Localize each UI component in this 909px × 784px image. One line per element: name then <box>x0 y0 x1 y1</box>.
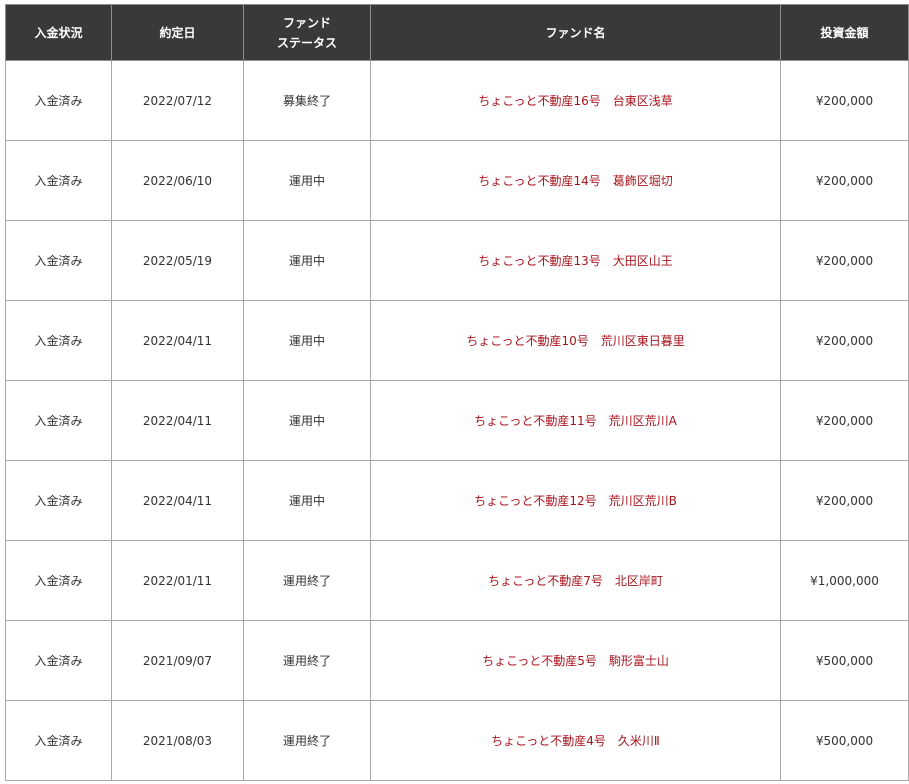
cell-payment-status: 入金済み <box>5 60 112 141</box>
cell-fund-name: ちょこっと不動産7号 北区岸町 <box>370 540 781 621</box>
cell-fund-status: 運用終了 <box>243 620 371 701</box>
header-fund-status: ファンド ステータス <box>243 4 371 61</box>
table-row: 入金済み 2022/04/11 運用中 ちょこっと不動産12号 荒川区荒川B ¥… <box>5 460 909 541</box>
header-fund-name: ファンド名 <box>370 4 781 61</box>
header-fund-status-line2: ステータス <box>276 35 337 50</box>
table-row: 入金済み 2021/08/03 運用終了 ちょこっと不動産4号 久米川Ⅱ ¥50… <box>5 700 909 781</box>
investment-history: 入金状況 約定日 ファンド ステータス ファンド名 投資金額 入金済み 2022… <box>5 4 909 781</box>
table-row: 入金済み 2022/01/11 運用終了 ちょこっと不動産7号 北区岸町 ¥1,… <box>5 540 909 621</box>
cell-amount: ¥200,000 <box>780 460 909 541</box>
fund-link[interactable]: ちょこっと不動産5号 駒形富士山 <box>482 654 669 668</box>
cell-fund-name: ちょこっと不動産5号 駒形富士山 <box>370 620 781 701</box>
cell-fund-status: 運用終了 <box>243 540 371 621</box>
cell-payment-status: 入金済み <box>5 700 112 781</box>
cell-amount: ¥500,000 <box>780 620 909 701</box>
header-investment-amount: 投資金額 <box>780 4 909 61</box>
cell-payment-status: 入金済み <box>5 300 112 381</box>
cell-payment-status: 入金済み <box>5 460 112 541</box>
cell-amount: ¥1,000,000 <box>780 540 909 621</box>
cell-fund-name: ちょこっと不動産4号 久米川Ⅱ <box>370 700 781 781</box>
cell-contract-date: 2022/01/11 <box>111 540 244 621</box>
cell-fund-status: 運用中 <box>243 380 371 461</box>
table-row: 入金済み 2022/06/10 運用中 ちょこっと不動産14号 葛飾区堀切 ¥2… <box>5 140 909 221</box>
cell-fund-name: ちょこっと不動産11号 荒川区荒川A <box>370 380 781 461</box>
fund-link[interactable]: ちょこっと不動産4号 久米川Ⅱ <box>491 734 660 748</box>
cell-contract-date: 2022/07/12 <box>111 60 244 141</box>
cell-fund-status: 運用中 <box>243 220 371 301</box>
cell-amount: ¥200,000 <box>780 60 909 141</box>
cell-payment-status: 入金済み <box>5 620 112 701</box>
fund-link[interactable]: ちょこっと不動産12号 荒川区荒川B <box>474 494 677 508</box>
cell-fund-name: ちょこっと不動産12号 荒川区荒川B <box>370 460 781 541</box>
cell-fund-status: 募集終了 <box>243 60 371 141</box>
header-fund-status-line1: ファンド <box>282 15 331 30</box>
cell-contract-date: 2022/04/11 <box>111 460 244 541</box>
table-row: 入金済み 2022/07/12 募集終了 ちょこっと不動産16号 台東区浅草 ¥… <box>5 60 909 141</box>
fund-link[interactable]: ちょこっと不動産10号 荒川区東日暮里 <box>466 334 684 348</box>
cell-contract-date: 2022/04/11 <box>111 380 244 461</box>
cell-contract-date: 2021/08/03 <box>111 700 244 781</box>
cell-amount: ¥200,000 <box>780 140 909 221</box>
cell-payment-status: 入金済み <box>5 540 112 621</box>
fund-link[interactable]: ちょこっと不動産11号 荒川区荒川A <box>474 414 677 428</box>
cell-contract-date: 2022/04/11 <box>111 300 244 381</box>
cell-fund-status: 運用中 <box>243 140 371 221</box>
cell-fund-name: ちょこっと不動産14号 葛飾区堀切 <box>370 140 781 221</box>
cell-payment-status: 入金済み <box>5 220 112 301</box>
header-payment-status: 入金状況 <box>5 4 112 61</box>
table-row: 入金済み 2022/05/19 運用中 ちょこっと不動産13号 大田区山王 ¥2… <box>5 220 909 301</box>
cell-amount: ¥500,000 <box>780 700 909 781</box>
fund-link[interactable]: ちょこっと不動産16号 台東区浅草 <box>478 94 672 108</box>
cell-amount: ¥200,000 <box>780 380 909 461</box>
cell-fund-name: ちょこっと不動産16号 台東区浅草 <box>370 60 781 141</box>
table-body: 入金済み 2022/07/12 募集終了 ちょこっと不動産16号 台東区浅草 ¥… <box>5 60 909 781</box>
fund-link[interactable]: ちょこっと不動産13号 大田区山王 <box>478 254 672 268</box>
fund-link[interactable]: ちょこっと不動産7号 北区岸町 <box>488 574 663 588</box>
cell-contract-date: 2021/09/07 <box>111 620 244 701</box>
cell-fund-name: ちょこっと不動産13号 大田区山王 <box>370 220 781 301</box>
cell-amount: ¥200,000 <box>780 300 909 381</box>
table-row: 入金済み 2022/04/11 運用中 ちょこっと不動産10号 荒川区東日暮里 … <box>5 300 909 381</box>
cell-contract-date: 2022/06/10 <box>111 140 244 221</box>
cell-payment-status: 入金済み <box>5 380 112 461</box>
table-row: 入金済み 2021/09/07 運用終了 ちょこっと不動産5号 駒形富士山 ¥5… <box>5 620 909 701</box>
header-row: 入金状況 約定日 ファンド ステータス ファンド名 投資金額 <box>5 4 909 61</box>
table-header: 入金状況 約定日 ファンド ステータス ファンド名 投資金額 <box>5 4 909 61</box>
table-row: 入金済み 2022/04/11 運用中 ちょこっと不動産11号 荒川区荒川A ¥… <box>5 380 909 461</box>
header-contract-date: 約定日 <box>111 4 244 61</box>
investment-table: 入金状況 約定日 ファンド ステータス ファンド名 投資金額 入金済み 2022… <box>5 4 909 781</box>
cell-fund-status: 運用中 <box>243 460 371 541</box>
cell-amount: ¥200,000 <box>780 220 909 301</box>
cell-payment-status: 入金済み <box>5 140 112 221</box>
cell-contract-date: 2022/05/19 <box>111 220 244 301</box>
cell-fund-status: 運用中 <box>243 300 371 381</box>
cell-fund-name: ちょこっと不動産10号 荒川区東日暮里 <box>370 300 781 381</box>
cell-fund-status: 運用終了 <box>243 700 371 781</box>
fund-link[interactable]: ちょこっと不動産14号 葛飾区堀切 <box>478 174 672 188</box>
